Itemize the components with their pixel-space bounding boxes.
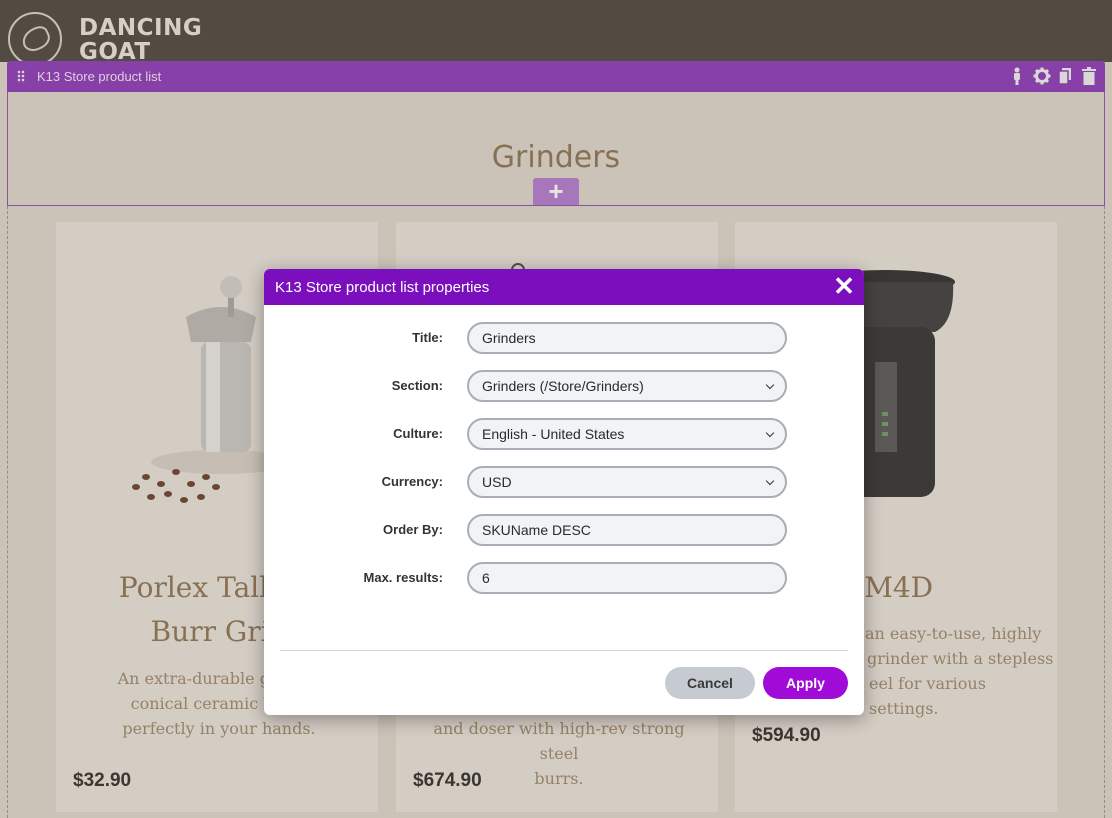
currency-select[interactable]: USD [467,466,787,498]
title-input[interactable]: Grinders [467,322,787,354]
form-row-culture: Culture: English - United States [264,418,864,450]
order-by-input[interactable]: SKUName DESC [467,514,787,546]
max-results-input[interactable]: 6 [467,562,787,594]
cancel-button[interactable]: Cancel [665,667,755,699]
close-icon[interactable]: ✕ [832,273,856,299]
culture-label: Culture: [393,426,443,441]
dialog-header: K13 Store product list properties ✕ [264,269,864,305]
dialog-title: K13 Store product list properties [275,279,490,296]
section-label: Section: [391,378,443,393]
culture-select[interactable]: English - United States [467,418,787,450]
dialog-divider [280,650,848,651]
max-results-label: Max. results: [363,570,443,585]
properties-dialog: K13 Store product list properties ✕ Titl… [264,269,864,715]
currency-label: Currency: [381,474,443,489]
section-select[interactable]: Grinders (/Store/Grinders) [467,370,787,402]
form-row-currency: Currency: USD [264,466,864,498]
apply-button[interactable]: Apply [763,667,848,699]
form-row-title: Title: Grinders [264,322,864,354]
form-row-order-by: Order By: SKUName DESC [264,514,864,546]
title-label: Title: [412,330,443,345]
form-row-max-results: Max. results: 6 [264,562,864,594]
form-row-section: Section: Grinders (/Store/Grinders) [264,370,864,402]
order-by-label: Order By: [383,522,443,537]
